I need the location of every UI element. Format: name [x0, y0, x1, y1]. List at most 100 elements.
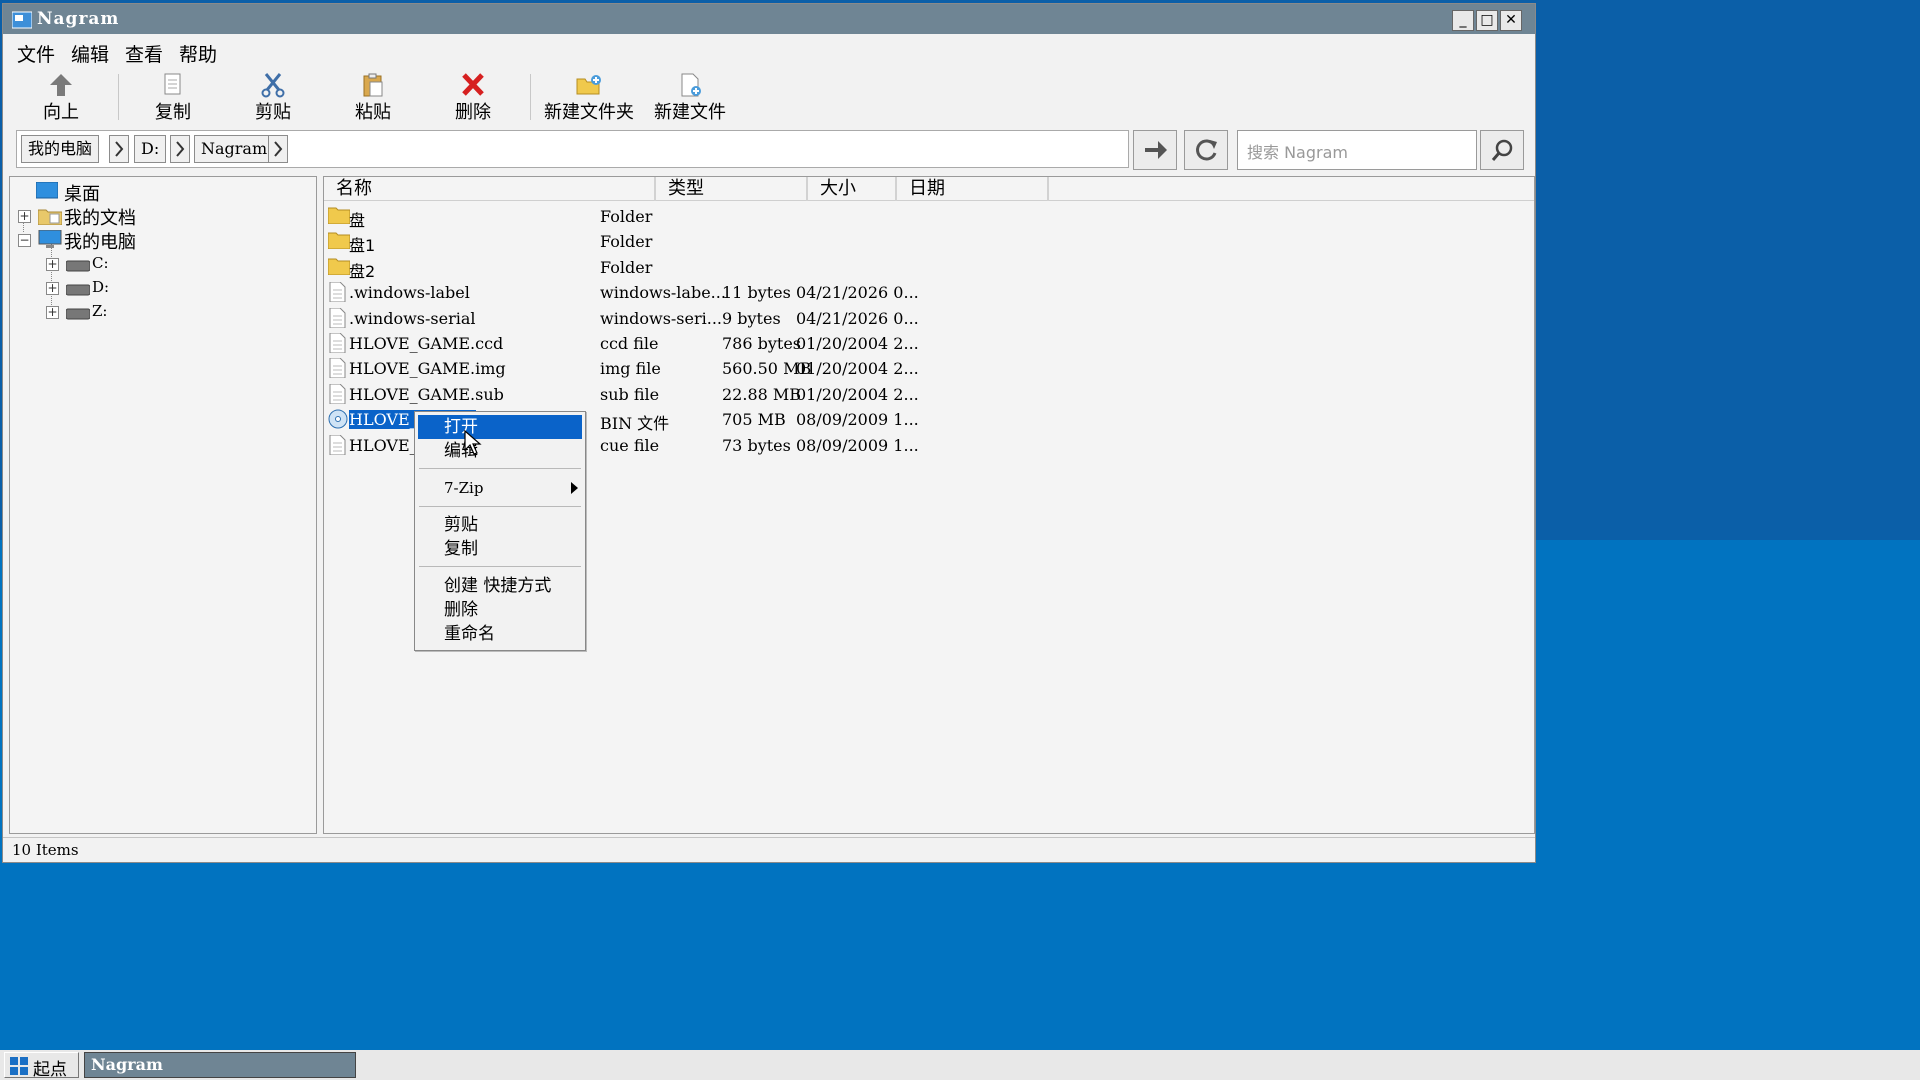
file-row[interactable]: HLOVE_GAME.img img file 560.50 MB 01/20/200…: [324, 357, 1044, 382]
desktop-icon: [36, 182, 58, 199]
mouse-cursor-icon: [464, 430, 482, 455]
search-input[interactable]: 搜索 Nagram: [1237, 130, 1477, 170]
paste-button[interactable]: 粘贴: [349, 68, 397, 124]
disc-icon: [328, 409, 348, 433]
tree-item-label: C:: [92, 254, 109, 272]
context-rename[interactable]: 重命名: [418, 622, 582, 646]
cut-button[interactable]: 剪贴: [249, 68, 297, 124]
copy-button[interactable]: 复制: [149, 68, 197, 124]
minimize-button[interactable]: _: [1452, 10, 1474, 31]
column-type[interactable]: 类型: [656, 177, 808, 201]
refresh-button[interactable]: [1184, 130, 1228, 170]
delete-button[interactable]: 删除: [449, 68, 497, 124]
file-date: 04/21/2026 0...: [796, 283, 919, 303]
breadcrumb-separator[interactable]: [109, 135, 129, 163]
delete-label: 删除: [455, 102, 491, 123]
go-button[interactable]: [1133, 130, 1177, 170]
tree-item-documents[interactable]: + 我的文档: [18, 204, 288, 229]
context-copy[interactable]: 复制: [418, 537, 582, 561]
breadcrumb-nagram[interactable]: Nagram: [194, 135, 275, 163]
breadcrumb-my-computer[interactable]: 我的电脑: [21, 135, 100, 163]
context-edit[interactable]: 编辑: [418, 439, 582, 463]
start-button[interactable]: 起点: [4, 1052, 79, 1080]
menu-edit[interactable]: 编辑: [71, 40, 109, 67]
file-size: 786 bytes: [722, 334, 802, 353]
context-open[interactable]: 打开: [418, 415, 582, 439]
new-folder-button[interactable]: 新建文件夹: [541, 68, 637, 124]
chevron-right-icon: [115, 141, 124, 157]
context-create-shortcut[interactable]: 创建 快捷方式: [418, 574, 582, 598]
expand-icon[interactable]: +: [46, 282, 59, 295]
tree-item-label: Z:: [92, 302, 108, 320]
tree-item-my-computer[interactable]: − 我的电脑: [18, 228, 288, 253]
taskbar: 起点 Nagram: [0, 1050, 1920, 1080]
search-button[interactable]: [1480, 130, 1524, 170]
up-button[interactable]: 向上: [37, 68, 85, 124]
file-row[interactable]: HLOVE_GAME.sub sub file 22.88 MB 01/20/2004…: [324, 383, 1044, 408]
menu-file[interactable]: 文件: [17, 40, 55, 67]
folder-icon: [327, 206, 351, 228]
window-title: Nagram: [37, 9, 120, 29]
file-row[interactable]: .windows-label windows-labe... 11 bytes 04/…: [324, 281, 1044, 306]
file-type: BIN 文件: [600, 414, 670, 434]
documents-icon: [38, 209, 62, 225]
new-file-label: 新建文件: [654, 102, 726, 123]
tree-item-desktop[interactable]: 桌面: [36, 180, 286, 205]
taskbar-app-nagram[interactable]: Nagram: [84, 1052, 356, 1078]
file-row[interactable]: .windows-serial windows-seri... 9 bytes 04/…: [324, 307, 1044, 332]
toolbar: 向上 复制 剪贴 粘贴 删除 新建文件夹 新建文件: [3, 68, 1535, 126]
breadcrumb-drive-d[interactable]: D:: [134, 135, 167, 163]
file-size: 705 MB: [722, 410, 786, 430]
expand-icon[interactable]: +: [18, 210, 31, 223]
file-row[interactable]: 盘1 Folder: [324, 230, 1044, 255]
tree-item-drive-d[interactable]: + D:: [46, 276, 166, 300]
context-separator: [419, 468, 581, 469]
address-bar[interactable]: 我的电脑 D: Nagram: [16, 130, 1129, 168]
title-bar[interactable]: Nagram _ □ ✕: [3, 4, 1535, 34]
context-7zip[interactable]: 7-Zip: [418, 476, 582, 500]
collapse-icon[interactable]: −: [18, 234, 31, 247]
clipboard-icon: [363, 73, 383, 97]
file-row[interactable]: 盘 Folder: [324, 205, 1044, 230]
file-row[interactable]: HLOVE_GAME.ccd ccd file 786 bytes 01/20/200…: [324, 332, 1044, 357]
up-label: 向上: [43, 102, 79, 123]
expand-icon[interactable]: +: [46, 258, 59, 271]
expand-icon[interactable]: +: [46, 306, 59, 319]
column-date[interactable]: 日期: [897, 177, 1049, 201]
computer-icon: [38, 230, 62, 248]
arrow-up-icon: [50, 74, 72, 96]
context-delete[interactable]: 删除: [418, 598, 582, 622]
tree-item-drive-z[interactable]: + Z:: [46, 300, 166, 324]
search-icon: [1491, 139, 1513, 161]
column-header-row: 名称 类型 大小 日期: [324, 177, 1534, 201]
file-date: 08/09/2009 1...: [796, 435, 919, 455]
submenu-arrow-icon: [571, 482, 578, 494]
file-name: 盘2: [349, 261, 376, 281]
new-folder-icon: [576, 75, 601, 95]
menu-help[interactable]: 帮助: [179, 40, 217, 67]
file-icon: [328, 383, 346, 408]
tree-item-label: D:: [92, 278, 110, 296]
breadcrumb-separator[interactable]: [268, 135, 288, 163]
app-icon: [12, 11, 32, 29]
copy-label: 复制: [155, 102, 191, 123]
context-cut[interactable]: 剪贴: [418, 513, 582, 537]
column-name[interactable]: 名称: [324, 177, 656, 201]
file-name: HLOVE_GAME.sub: [349, 384, 504, 404]
file-row[interactable]: 盘2 Folder: [324, 256, 1044, 281]
breadcrumb-separator[interactable]: [170, 135, 190, 163]
file-date: 08/09/2009 1...: [796, 410, 919, 430]
close-button[interactable]: ✕: [1500, 10, 1522, 31]
drive-icon: [66, 260, 90, 272]
delete-x-icon: [462, 73, 484, 96]
folder-tree: 桌面 + 我的文档 − 我的电脑 + C: + D: + Z:: [9, 176, 317, 834]
menu-bar: 文件 编辑 查看 帮助: [3, 37, 1535, 67]
column-size[interactable]: 大小: [808, 177, 897, 201]
windows-logo-icon: [10, 1057, 28, 1075]
tree-item-drive-c[interactable]: + C:: [46, 252, 166, 276]
file-date: 01/20/2004 2...: [796, 334, 919, 353]
maximize-button[interactable]: □: [1476, 10, 1498, 31]
menu-view[interactable]: 查看: [125, 40, 163, 67]
file-name: .windows-serial: [349, 308, 476, 328]
new-file-button[interactable]: 新建文件: [651, 68, 729, 124]
